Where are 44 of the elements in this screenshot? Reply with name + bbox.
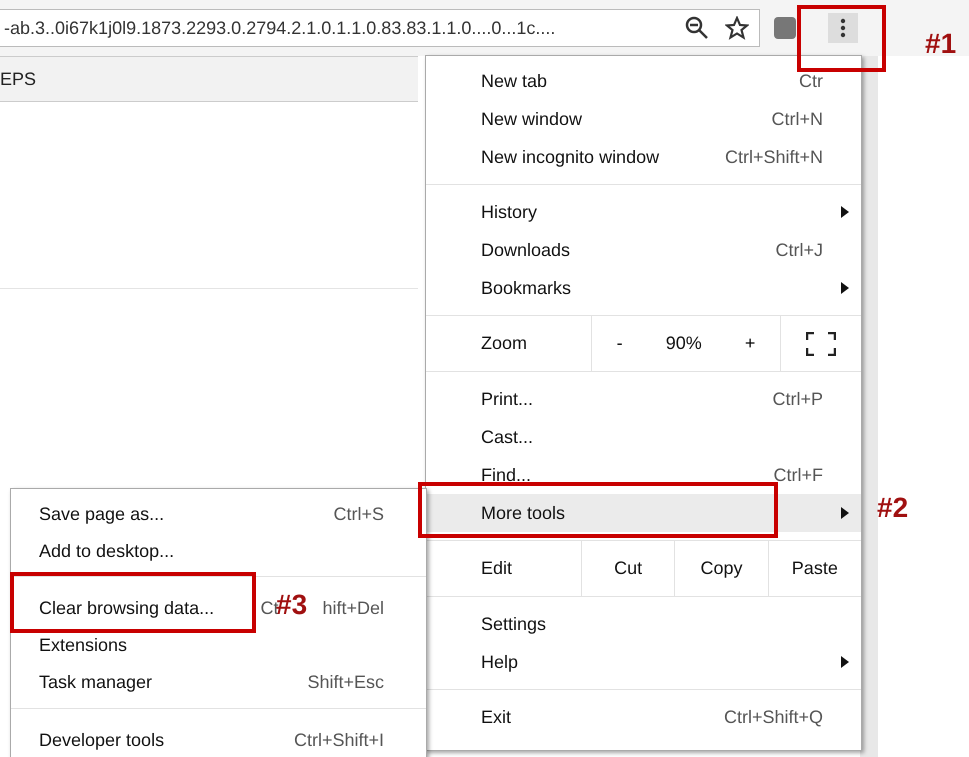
shortcut-text: Ctrl+Shift+N	[724, 148, 823, 166]
menu-item[interactable]: Bookmarks	[426, 269, 861, 307]
menu-item[interactable]: Add to desktop...	[11, 532, 426, 569]
zoom-in-button[interactable]: +	[738, 332, 762, 355]
shortcut-text: Ctr	[799, 72, 823, 90]
shortcut-text: Ctrl+F	[774, 466, 823, 484]
menu-item[interactable]: New incognito window Ctrl+Shift+N	[426, 138, 861, 176]
shortcut-text: Ctrl+Shift+Q	[724, 708, 823, 726]
zoom-value: 90%	[666, 333, 702, 354]
shortcut-text: Shift+Esc	[307, 672, 384, 690]
menu-item[interactable]: Help	[426, 643, 861, 681]
shortcut-text: Ctrl+N	[771, 110, 823, 128]
menu-item[interactable]: History	[426, 193, 861, 231]
menu-item[interactable]: Exit Ctrl+Shift+Q	[426, 698, 861, 736]
step-label: #2	[877, 492, 908, 524]
edit-button[interactable]: Paste	[768, 541, 861, 596]
menu-item[interactable]: Cast...	[426, 418, 861, 456]
star-icon[interactable]	[725, 16, 749, 40]
address-bar[interactable]: -ab.3..0i67k1j0l9.1873.2293.0.2794.2.1.0.1.1.0.83.83.1.1.0....0...1c....	[0, 9, 760, 47]
menu-item[interactable]: Print... Ctrl+P	[426, 380, 861, 418]
menu-item[interactable]: Task manager Shift+Esc	[11, 663, 426, 700]
shortcut-text: Ctrl+S	[333, 504, 384, 522]
extension-icon[interactable]	[774, 17, 796, 39]
menu-button[interactable]	[828, 13, 858, 43]
menu-item[interactable]: Developer tools Ctrl+Shift+I	[11, 721, 426, 757]
menu-item[interactable]: More tools	[426, 494, 861, 532]
zoom-icon[interactable]	[685, 16, 709, 40]
shortcut-text: Ct	[260, 598, 278, 616]
step-label: #3	[276, 589, 308, 621]
column-header: EPS	[0, 56, 418, 102]
menu-item[interactable]: New window Ctrl+N	[426, 100, 861, 138]
step-label: #1	[925, 28, 956, 60]
zoom-label: Zoom	[480, 332, 528, 355]
menu-item[interactable]: Downloads Ctrl+J	[426, 231, 861, 269]
shortcut-text: Ctrl+J	[775, 241, 823, 259]
menu-item[interactable]: New tab Ctr	[426, 62, 861, 100]
edit-label: Edit	[480, 557, 514, 580]
menu-icon	[840, 18, 846, 38]
shortcut-text: Ctrl+Shift+I	[294, 730, 384, 748]
shortcut-text: Ctrl+P	[772, 390, 823, 408]
fullscreen-icon[interactable]	[806, 332, 836, 356]
zoom-out-button[interactable]: -	[610, 332, 629, 355]
menu-item[interactable]: Settings	[426, 605, 861, 643]
menu-item[interactable]: Find... Ctrl+F	[426, 456, 861, 494]
